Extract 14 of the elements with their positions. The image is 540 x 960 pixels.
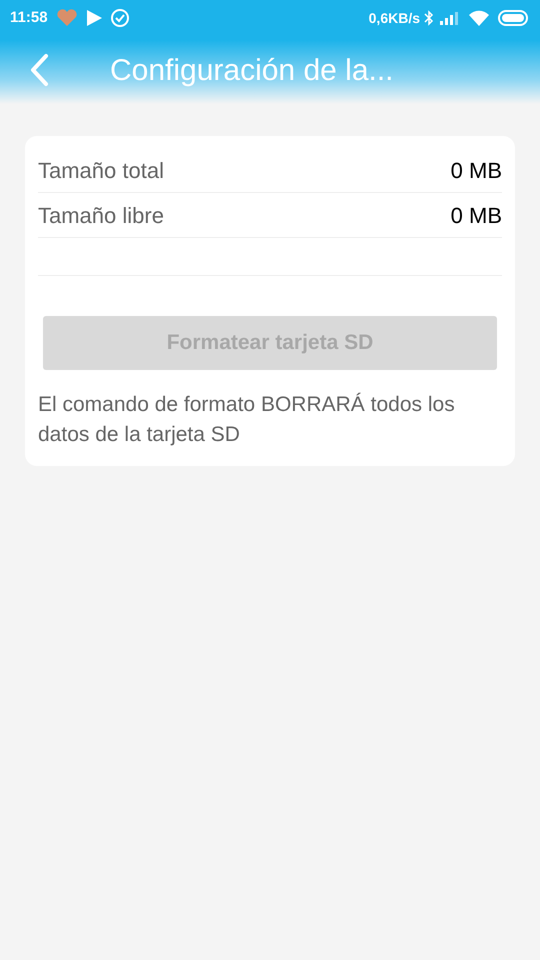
storage-label: Tamaño total bbox=[38, 156, 164, 184]
page-title: Configuración de la... bbox=[110, 52, 394, 88]
battery-icon bbox=[498, 10, 530, 26]
check-circle-icon bbox=[110, 8, 130, 28]
storage-label: Tamaño libre bbox=[38, 202, 164, 230]
signal-icon bbox=[440, 11, 460, 25]
heart-icon bbox=[56, 9, 78, 27]
storage-value: 0 MB bbox=[450, 156, 502, 184]
storage-value: 0 MB bbox=[450, 202, 502, 230]
wifi-icon bbox=[468, 10, 490, 26]
warning-text: El comando de formato BORRARÁ todos los datos de la tarjeta SD bbox=[38, 392, 456, 448]
bluetooth-icon bbox=[424, 10, 434, 26]
network-speed: 0,6KB/s bbox=[368, 8, 420, 28]
status-time: 11:58 bbox=[10, 8, 48, 28]
